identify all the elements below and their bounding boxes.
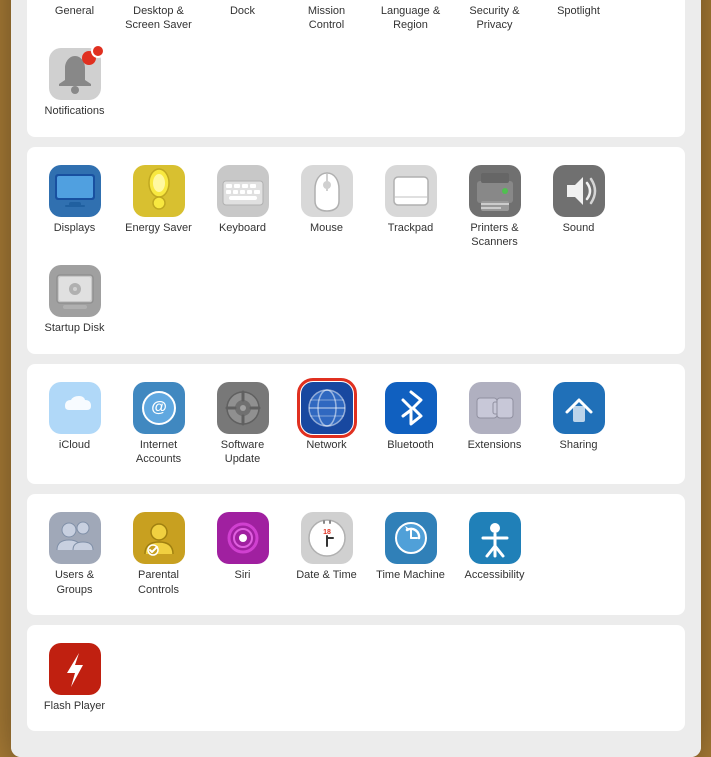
pref-icon-users — [49, 512, 101, 564]
pref-icon-bluetooth — [385, 382, 437, 434]
content-area: FileGeneral Desktop & Screen Saver Dock Mis… — [11, 0, 701, 757]
pref-label-notifications: Notifications — [45, 104, 105, 118]
pref-item-sharing[interactable]: Sharing — [539, 376, 619, 473]
pref-icon-extensions — [469, 382, 521, 434]
pref-label-keyboard: Keyboard — [219, 221, 266, 235]
pref-label-trackpad: Trackpad — [388, 221, 433, 235]
pref-label-parental: Parental Controls — [123, 568, 195, 597]
section-hardware: Displays Energy Saver Keyboard Mouse Trackpa… — [27, 147, 685, 354]
section-internet: iCloud @ Internet Accounts Software Update N… — [27, 364, 685, 485]
pref-icon-accessibility — [469, 512, 521, 564]
pref-item-language[interactable]: Language & Region — [371, 0, 451, 38]
pref-label-accessibility: Accessibility — [465, 568, 525, 582]
pref-icon-printers — [469, 165, 521, 217]
pref-item-printers[interactable]: Printers & Scanners — [455, 159, 535, 256]
pref-item-extensions[interactable]: Extensions — [455, 376, 535, 473]
section-other: Flash Player — [27, 625, 685, 731]
pref-item-trackpad[interactable]: Trackpad — [371, 159, 451, 256]
svg-text:@: @ — [151, 399, 167, 416]
pref-label-security: Security & Privacy — [459, 4, 531, 33]
pref-icon-displays — [49, 165, 101, 217]
pref-label-desktop: Desktop & Screen Saver — [123, 4, 195, 33]
notification-badge — [91, 44, 105, 58]
pref-item-displays[interactable]: Displays — [35, 159, 115, 256]
pref-label-siri: Siri — [235, 568, 251, 582]
pref-item-parental[interactable]: Parental Controls — [119, 506, 199, 603]
pref-item-mouse[interactable]: Mouse — [287, 159, 367, 256]
pref-label-icloud: iCloud — [59, 438, 90, 452]
pref-label-internet: Internet Accounts — [123, 438, 195, 467]
system-preferences-window: ‹ › ⊞ System Preferences 🔍 Search FileGe… — [11, 0, 701, 757]
section-personal: FileGeneral Desktop & Screen Saver Dock Mis… — [27, 0, 685, 137]
pref-item-spotlight[interactable]: Spotlight — [539, 0, 619, 38]
pref-item-internet[interactable]: @ Internet Accounts — [119, 376, 199, 473]
pref-item-siri[interactable]: Siri — [203, 506, 283, 603]
pref-label-timemachine: Time Machine — [376, 568, 445, 582]
pref-item-software[interactable]: Software Update — [203, 376, 283, 473]
pref-icon-startup — [49, 265, 101, 317]
pref-icon-network — [301, 382, 353, 434]
pref-item-mission[interactable]: Mission Control — [287, 0, 367, 38]
pref-item-notifications[interactable]: Notifications — [35, 42, 115, 124]
pref-item-bluetooth[interactable]: Bluetooth — [371, 376, 451, 473]
pref-label-bluetooth: Bluetooth — [387, 438, 433, 452]
pref-item-flash[interactable]: Flash Player — [35, 637, 115, 719]
pref-label-software: Software Update — [207, 438, 279, 467]
pref-label-sharing: Sharing — [560, 438, 598, 452]
pref-label-displays: Displays — [54, 221, 96, 235]
pref-icon-mouse — [301, 165, 353, 217]
pref-icon-timemachine — [385, 512, 437, 564]
pref-icon-icloud — [49, 382, 101, 434]
section-system: Users & Groups Parental Controls Siri 18 Dat… — [27, 494, 685, 615]
pref-item-startup[interactable]: Startup Disk — [35, 259, 115, 341]
pref-item-keyboard[interactable]: Keyboard — [203, 159, 283, 256]
pref-item-desktop[interactable]: Desktop & Screen Saver — [119, 0, 199, 38]
svg-text:18: 18 — [323, 529, 331, 536]
pref-label-network: Network — [306, 438, 346, 452]
pref-item-users[interactable]: Users & Groups — [35, 506, 115, 603]
pref-item-security[interactable]: Security & Privacy — [455, 0, 535, 38]
pref-item-general[interactable]: FileGeneral — [35, 0, 115, 38]
pref-label-energy: Energy Saver — [125, 221, 192, 235]
pref-item-icloud[interactable]: iCloud — [35, 376, 115, 473]
pref-item-network[interactable]: Network — [287, 376, 367, 473]
pref-label-mission: Mission Control — [291, 4, 363, 33]
pref-label-general: General — [55, 4, 94, 18]
pref-item-timemachine[interactable]: Time Machine — [371, 506, 451, 603]
pref-icon-energy — [133, 165, 185, 217]
pref-icon-flash — [49, 643, 101, 695]
pref-label-mouse: Mouse — [310, 221, 343, 235]
pref-item-accessibility[interactable]: Accessibility — [455, 506, 535, 603]
pref-label-startup: Startup Disk — [45, 321, 105, 335]
pref-label-flash: Flash Player — [44, 699, 105, 713]
pref-icon-sound — [553, 165, 605, 217]
pref-label-printers: Printers & Scanners — [459, 221, 531, 250]
pref-item-sound[interactable]: Sound — [539, 159, 619, 256]
pref-label-spotlight: Spotlight — [557, 4, 600, 18]
pref-label-sound: Sound — [563, 221, 595, 235]
pref-icon-datetime: 18 — [301, 512, 353, 564]
pref-icon-internet: @ — [133, 382, 185, 434]
pref-icon-keyboard — [217, 165, 269, 217]
pref-item-dock[interactable]: Dock — [203, 0, 283, 38]
pref-label-language: Language & Region — [375, 4, 447, 33]
pref-label-users: Users & Groups — [39, 568, 111, 597]
pref-item-datetime[interactable]: 18 Date & Time — [287, 506, 367, 603]
pref-item-energy[interactable]: Energy Saver — [119, 159, 199, 256]
pref-icon-trackpad — [385, 165, 437, 217]
pref-label-extensions: Extensions — [468, 438, 522, 452]
pref-icon-parental — [133, 512, 185, 564]
pref-icon-sharing — [553, 382, 605, 434]
pref-icon-software — [217, 382, 269, 434]
pref-icon-siri — [217, 512, 269, 564]
pref-icon-notifications — [49, 48, 101, 100]
pref-label-datetime: Date & Time — [296, 568, 357, 582]
pref-label-dock: Dock — [230, 4, 255, 18]
